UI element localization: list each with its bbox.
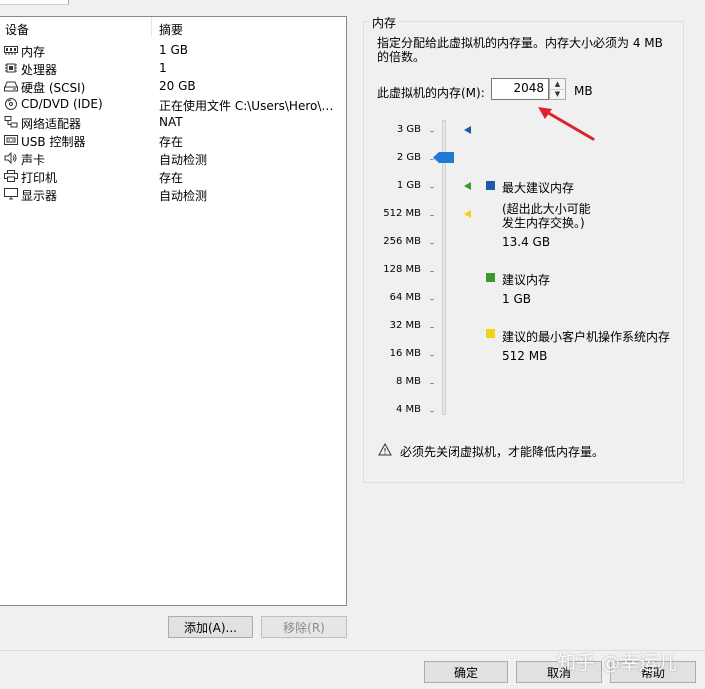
device-summary: 存在 (159, 135, 184, 149)
memory-description: 指定分配给此虚拟机的内存量。内存大小必须为 4 MB 的倍数。 (377, 36, 663, 64)
device-row-sound-card[interactable]: 声卡 自动检测 (0, 149, 346, 167)
device-row-memory[interactable]: 内存 1 GB (0, 41, 346, 59)
memory-slider-thumb[interactable] (433, 152, 454, 163)
add-device-button[interactable]: 添加(A)... (168, 616, 253, 638)
recommended-marker (464, 182, 471, 190)
device-name: 内存 (21, 45, 46, 59)
slider-tick-label: 1 GB (396, 180, 421, 191)
slider-tick-label: 4 MB (395, 404, 421, 415)
sound-card-icon (4, 152, 17, 164)
slider-tick (430, 383, 434, 384)
min-legend-value: 512 MB (502, 349, 548, 363)
max-legend-title: 最大建议内存 (502, 181, 575, 195)
slider-tick (430, 327, 434, 328)
device-summary: 存在 (159, 171, 184, 185)
cd-dvd-icon (5, 98, 17, 110)
annotation-arrow-icon (538, 107, 595, 141)
memory-spinner[interactable]: ▲ ▼ (549, 78, 566, 100)
hard-disk-icon (4, 81, 18, 92)
device-summary: NAT (159, 115, 183, 129)
recommended-legend-value: 1 GB (502, 292, 531, 306)
watermark: 知乎 @幸运儿 (557, 652, 678, 674)
column-header-device[interactable]: 设备 (5, 21, 29, 38)
max-legend-value: 13.4 GB (502, 235, 551, 249)
device-summary: 1 GB (159, 43, 188, 57)
device-summary: 1 (159, 61, 167, 75)
min-legend-swatch (486, 329, 495, 338)
slider-tick (430, 271, 434, 272)
min-recommended-marker (464, 210, 471, 218)
device-summary: 自动检测 (159, 189, 208, 203)
ok-button[interactable]: 确定 (424, 661, 508, 683)
slider-tick-label: 64 MB (389, 292, 421, 303)
slider-tick (430, 131, 434, 132)
device-summary: 自动检测 (159, 153, 208, 167)
slider-tick-label: 2 GB (396, 152, 421, 163)
device-row-processor[interactable]: 处理器 1 (0, 59, 346, 77)
memory-unit: MB (574, 84, 593, 98)
printer-icon (4, 170, 18, 182)
remove-device-button[interactable]: 移除(R) (261, 616, 347, 638)
warning-text: 必须先关闭虚拟机，才能降低内存量。 (400, 445, 605, 459)
slider-tick-label: 128 MB (383, 264, 421, 275)
device-list-header: 设备 摘要 (0, 17, 346, 38)
network-adapter-icon (4, 116, 18, 128)
slider-tick (430, 355, 434, 356)
top-edge (0, 0, 705, 5)
memory-slider-track[interactable] (442, 120, 446, 415)
device-name: 打印机 (21, 171, 58, 185)
device-row-hard-disk[interactable]: 硬盘 (SCSI) 20 GB (0, 77, 346, 95)
slider-tick-label: 16 MB (389, 348, 421, 359)
recommended-legend-title: 建议内存 (502, 273, 551, 287)
device-row-network-adapter[interactable]: 网络适配器 NAT (0, 113, 346, 131)
device-name: 硬盘 (SCSI) (21, 81, 86, 95)
device-row-display[interactable]: 显示器 自动检测 (0, 185, 346, 203)
min-legend-title: 建议的最小客户机操作系统内存 (502, 330, 671, 344)
slider-tick (430, 411, 434, 412)
spin-down-icon[interactable]: ▼ (550, 89, 565, 99)
device-row-printer[interactable]: 打印机 存在 (0, 167, 346, 185)
memory-field-label: 此虚拟机的内存(M): (377, 86, 485, 100)
slider-tick-label: 256 MB (383, 236, 421, 247)
memory-icon (4, 46, 18, 55)
slider-tick-label: 512 MB (383, 208, 421, 219)
device-summary: 20 GB (159, 79, 196, 93)
recommended-legend-swatch (486, 273, 495, 282)
device-name: 声卡 (21, 153, 46, 167)
device-name: USB 控制器 (21, 135, 86, 149)
slider-tick (430, 187, 434, 188)
display-icon (4, 188, 18, 200)
column-header-summary[interactable]: 摘要 (159, 21, 183, 38)
device-name: 处理器 (21, 63, 58, 77)
usb-controller-icon (4, 135, 18, 145)
device-name: 网络适配器 (21, 117, 82, 131)
slider-tick-label: 3 GB (396, 124, 421, 135)
processor-icon (5, 63, 17, 73)
slider-tick (430, 243, 434, 244)
slider-tick-label: 8 MB (395, 376, 421, 387)
slider-tick (430, 299, 434, 300)
warning-icon (378, 443, 392, 456)
device-summary: 正在使用文件 C:\Users\Hero\D... (159, 99, 342, 113)
memory-group-title: 内存 (369, 14, 400, 31)
device-row-cd-dvd[interactable]: CD/DVD (IDE) 正在使用文件 C:\Users\Hero\D... (0, 95, 346, 113)
device-name: 显示器 (21, 189, 58, 203)
slider-tick-label: 32 MB (389, 320, 421, 331)
device-list[interactable]: 设备 摘要 内存 1 GB 处理器 1 硬盘 (SCSI) 20 GB CD/D… (0, 16, 347, 606)
max-recommended-marker (464, 126, 471, 134)
slider-tick (430, 215, 434, 216)
max-legend-note: 发生内存交换。) (502, 216, 585, 230)
tab-stub[interactable] (0, 0, 69, 5)
device-name: CD/DVD (IDE) (21, 97, 103, 111)
max-legend-swatch (486, 181, 495, 190)
memory-size-input[interactable]: 2048 (491, 78, 549, 100)
device-row-usb-controller[interactable]: USB 控制器 存在 (0, 131, 346, 149)
